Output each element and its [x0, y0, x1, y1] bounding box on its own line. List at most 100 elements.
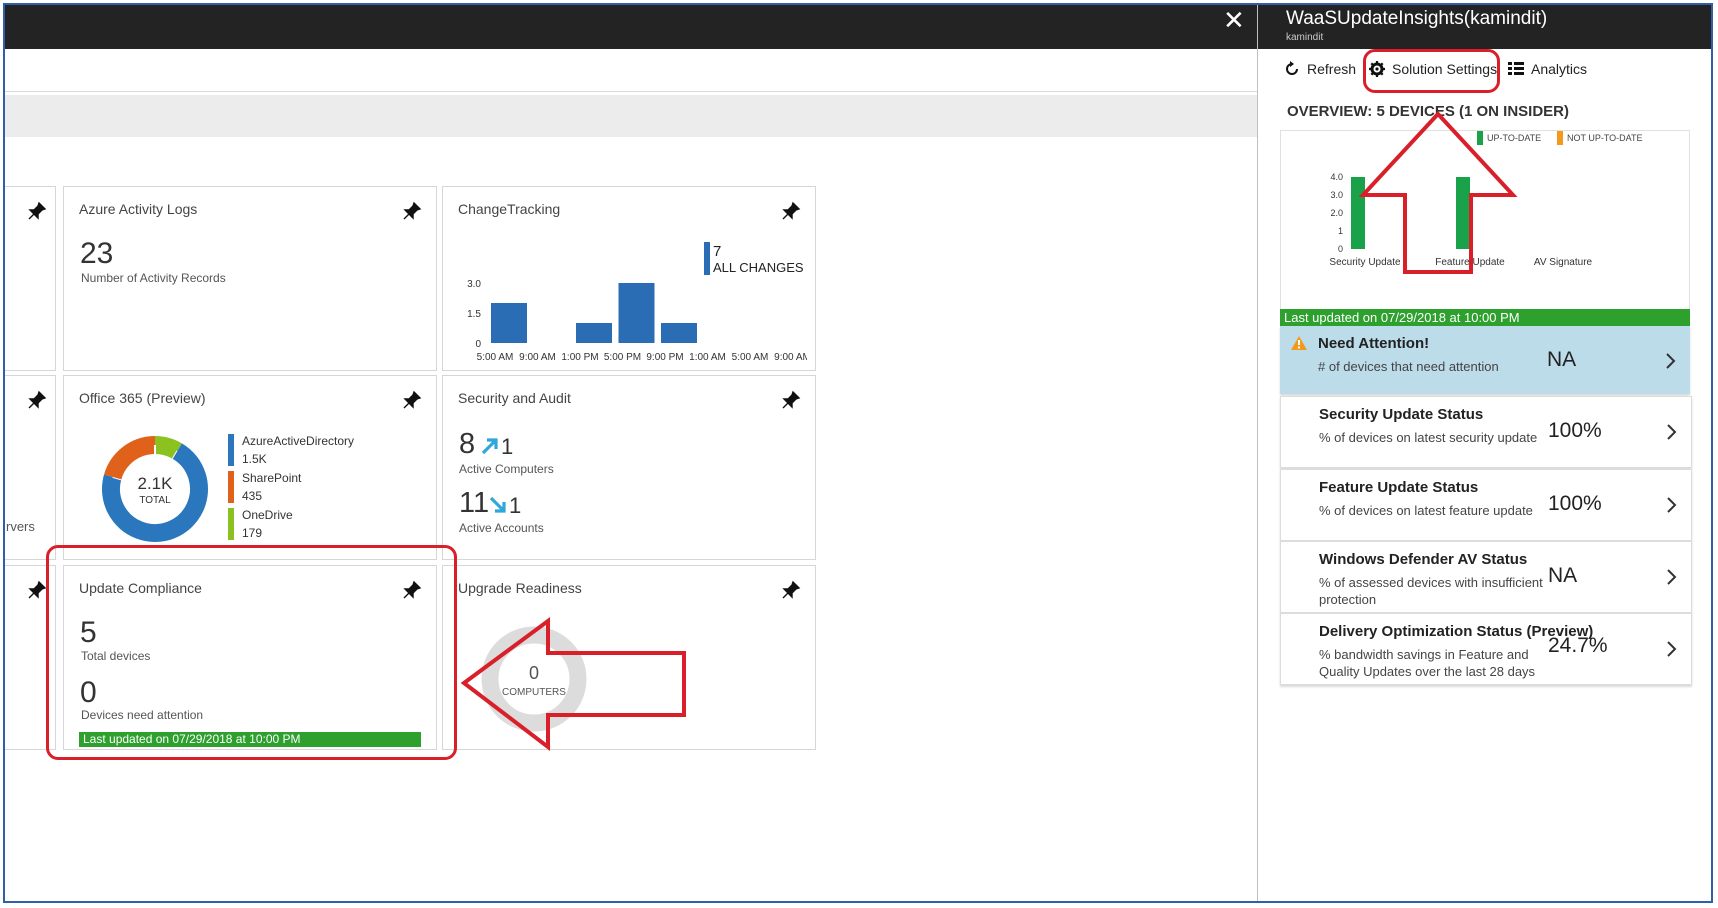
arrow-down-icon — [489, 496, 506, 513]
status-card[interactable]: Feature Update Status % of devices on lat… — [1280, 469, 1692, 541]
toolbar-divider — [5, 91, 1257, 92]
close-icon[interactable]: ✕ — [1223, 7, 1245, 33]
y-tick-label: 0 — [475, 339, 481, 350]
attention-value: 0 — [80, 676, 97, 709]
donut-total-value: 2.1K — [137, 474, 173, 493]
chevron-right-icon[interactable] — [1666, 496, 1678, 514]
bar — [618, 283, 655, 343]
gear-icon — [1369, 61, 1385, 77]
analytics-button[interactable]: Analytics — [1508, 61, 1587, 77]
bar — [661, 323, 697, 343]
status-card[interactable]: Need Attention! # of devices that need at… — [1280, 326, 1690, 394]
chevron-right-icon[interactable] — [1666, 640, 1678, 658]
y-tick-label: 2.0 — [1330, 208, 1343, 218]
refresh-icon — [1286, 61, 1298, 75]
pin-icon[interactable] — [781, 390, 801, 410]
x-tick-label: 9:00 AM — [774, 352, 807, 363]
pin-icon[interactable] — [27, 390, 47, 410]
tile-security-audit[interactable]: Security and Audit 8 1 Active Computers … — [442, 375, 816, 560]
pin-icon[interactable] — [402, 390, 422, 410]
y-tick-label: 3.0 — [467, 279, 481, 290]
solution-panel: WaaSUpdateInsights(kamindit) kamindit Re… — [1258, 5, 1711, 901]
analytics-icon — [1508, 62, 1524, 75]
tile-update-compliance[interactable]: Update Compliance 5 Total devices 0 Devi… — [63, 565, 437, 750]
status-card-value: 100% — [1548, 419, 1602, 442]
activity-caption: Number of Activity Records — [81, 271, 226, 285]
activity-count: 23 — [80, 237, 114, 270]
status-card-desc: protection — [1319, 592, 1377, 607]
pin-icon[interactable] — [402, 580, 422, 600]
x-tick-label: AV Signature — [1534, 257, 1593, 268]
status-card[interactable]: Delivery Optimization Status (Preview)% … — [1280, 613, 1692, 685]
y-tick-label: 4.0 — [1330, 172, 1343, 182]
status-card-desc: % bandwidth savings in Feature and — [1319, 647, 1529, 662]
tile-azure-activity-logs[interactable]: Azure Activity Logs 23 Number of Activit… — [63, 186, 437, 371]
y-tick-label: 1 — [1338, 226, 1343, 236]
donut-slice — [154, 436, 182, 460]
pin-icon[interactable] — [27, 580, 47, 600]
tile-title: ChangeTracking — [458, 201, 561, 217]
status-card-value: 24.7% — [1548, 634, 1608, 657]
x-tick-label: 5:00 PM — [604, 352, 641, 363]
status-card-desc: % of devices on latest security update — [1319, 430, 1538, 445]
accounts-label: Active Accounts — [459, 521, 544, 535]
arrow-up-annotation — [1358, 111, 1518, 274]
chevron-right-icon[interactable] — [1666, 423, 1678, 441]
bar — [576, 323, 612, 343]
legend-label: SharePoint — [242, 471, 302, 485]
panel-header: WaaSUpdateInsights(kamindit) kamindit — [1258, 5, 1711, 49]
legend-value: 7 — [713, 243, 722, 260]
panel-title: WaaSUpdateInsights(kamindit) — [1286, 8, 1548, 29]
x-tick-label: 1:00 PM — [561, 352, 598, 363]
panel-subtitle: kamindit — [1286, 32, 1324, 43]
status-card-title: Need Attention! — [1318, 335, 1430, 352]
tile-partial-3[interactable] — [5, 565, 56, 750]
chevron-right-icon[interactable] — [1666, 568, 1678, 586]
tile-title: Security and Audit — [458, 390, 571, 406]
arrow-left-annotation — [460, 617, 686, 752]
panel-updated-bar: Last updated on 07/29/2018 at 10:00 PM — [1280, 309, 1690, 326]
tile-partial-1[interactable] — [5, 186, 56, 371]
accounts-value: 11 — [459, 487, 490, 519]
status-card-title: Security Update Status — [1319, 406, 1484, 423]
computers-value: 8 — [459, 428, 476, 460]
pin-icon[interactable] — [781, 580, 801, 600]
chevron-right-icon[interactable] — [1665, 352, 1677, 370]
legend-label: AzureActiveDirectory — [242, 434, 355, 448]
legend-swatch — [228, 434, 234, 466]
x-tick-label: 9:00 PM — [646, 352, 683, 363]
status-card-value: 100% — [1548, 492, 1602, 515]
legend-swatch — [1557, 131, 1563, 145]
solution-settings-button[interactable]: Solution Settings — [1369, 61, 1497, 77]
settings-label: Solution Settings — [1392, 61, 1498, 77]
tile-partial-2[interactable]: rvers — [5, 375, 56, 560]
x-tick-label: 1:00 AM — [689, 352, 726, 363]
partial-label: rvers — [6, 519, 35, 534]
legend-swatch — [228, 471, 234, 503]
donut-slice — [104, 436, 156, 480]
refresh-button[interactable]: Refresh — [1284, 61, 1356, 77]
legend-label: ALL CHANGES — [713, 260, 804, 275]
tile-change-tracking[interactable]: ChangeTracking 7 ALL CHANGES 3.0 1.5 0 5:00… — [442, 186, 816, 371]
status-card-title: Feature Update Status — [1319, 479, 1479, 496]
legend-value: 179 — [242, 526, 263, 540]
pin-icon[interactable] — [781, 201, 801, 221]
tile-title: Update Compliance — [79, 580, 202, 596]
computers-label: Active Computers — [459, 462, 554, 476]
compliance-updated-bar: Last updated on 07/29/2018 at 10:00 PM — [79, 732, 421, 747]
attention-label: Devices need attention — [81, 708, 204, 722]
tile-title: Azure Activity Logs — [79, 201, 198, 217]
y-tick-label: 0 — [1338, 244, 1343, 254]
status-card-title: Windows Defender AV Status — [1319, 551, 1528, 568]
status-card[interactable]: Security Update Status % of devices on la… — [1280, 396, 1692, 468]
pin-icon[interactable] — [27, 201, 47, 221]
tile-office-365[interactable]: Office 365 (Preview) 2.1K TOTAL AzureAct… — [63, 375, 437, 560]
pin-icon[interactable] — [402, 201, 422, 221]
refresh-label: Refresh — [1307, 61, 1357, 77]
change-chart: 3.0 1.5 0 5:00 AM 9:00 AM 1:00 PM 5:00 PM 9:00 … — [467, 279, 807, 363]
arrow-up-icon — [481, 438, 498, 455]
tile-title: Office 365 (Preview) — [79, 390, 206, 406]
legend-label: OneDrive — [242, 508, 293, 522]
computers-delta: 1 — [501, 434, 514, 459]
status-card[interactable]: Windows Defender AV Status % of assessed … — [1280, 541, 1692, 613]
